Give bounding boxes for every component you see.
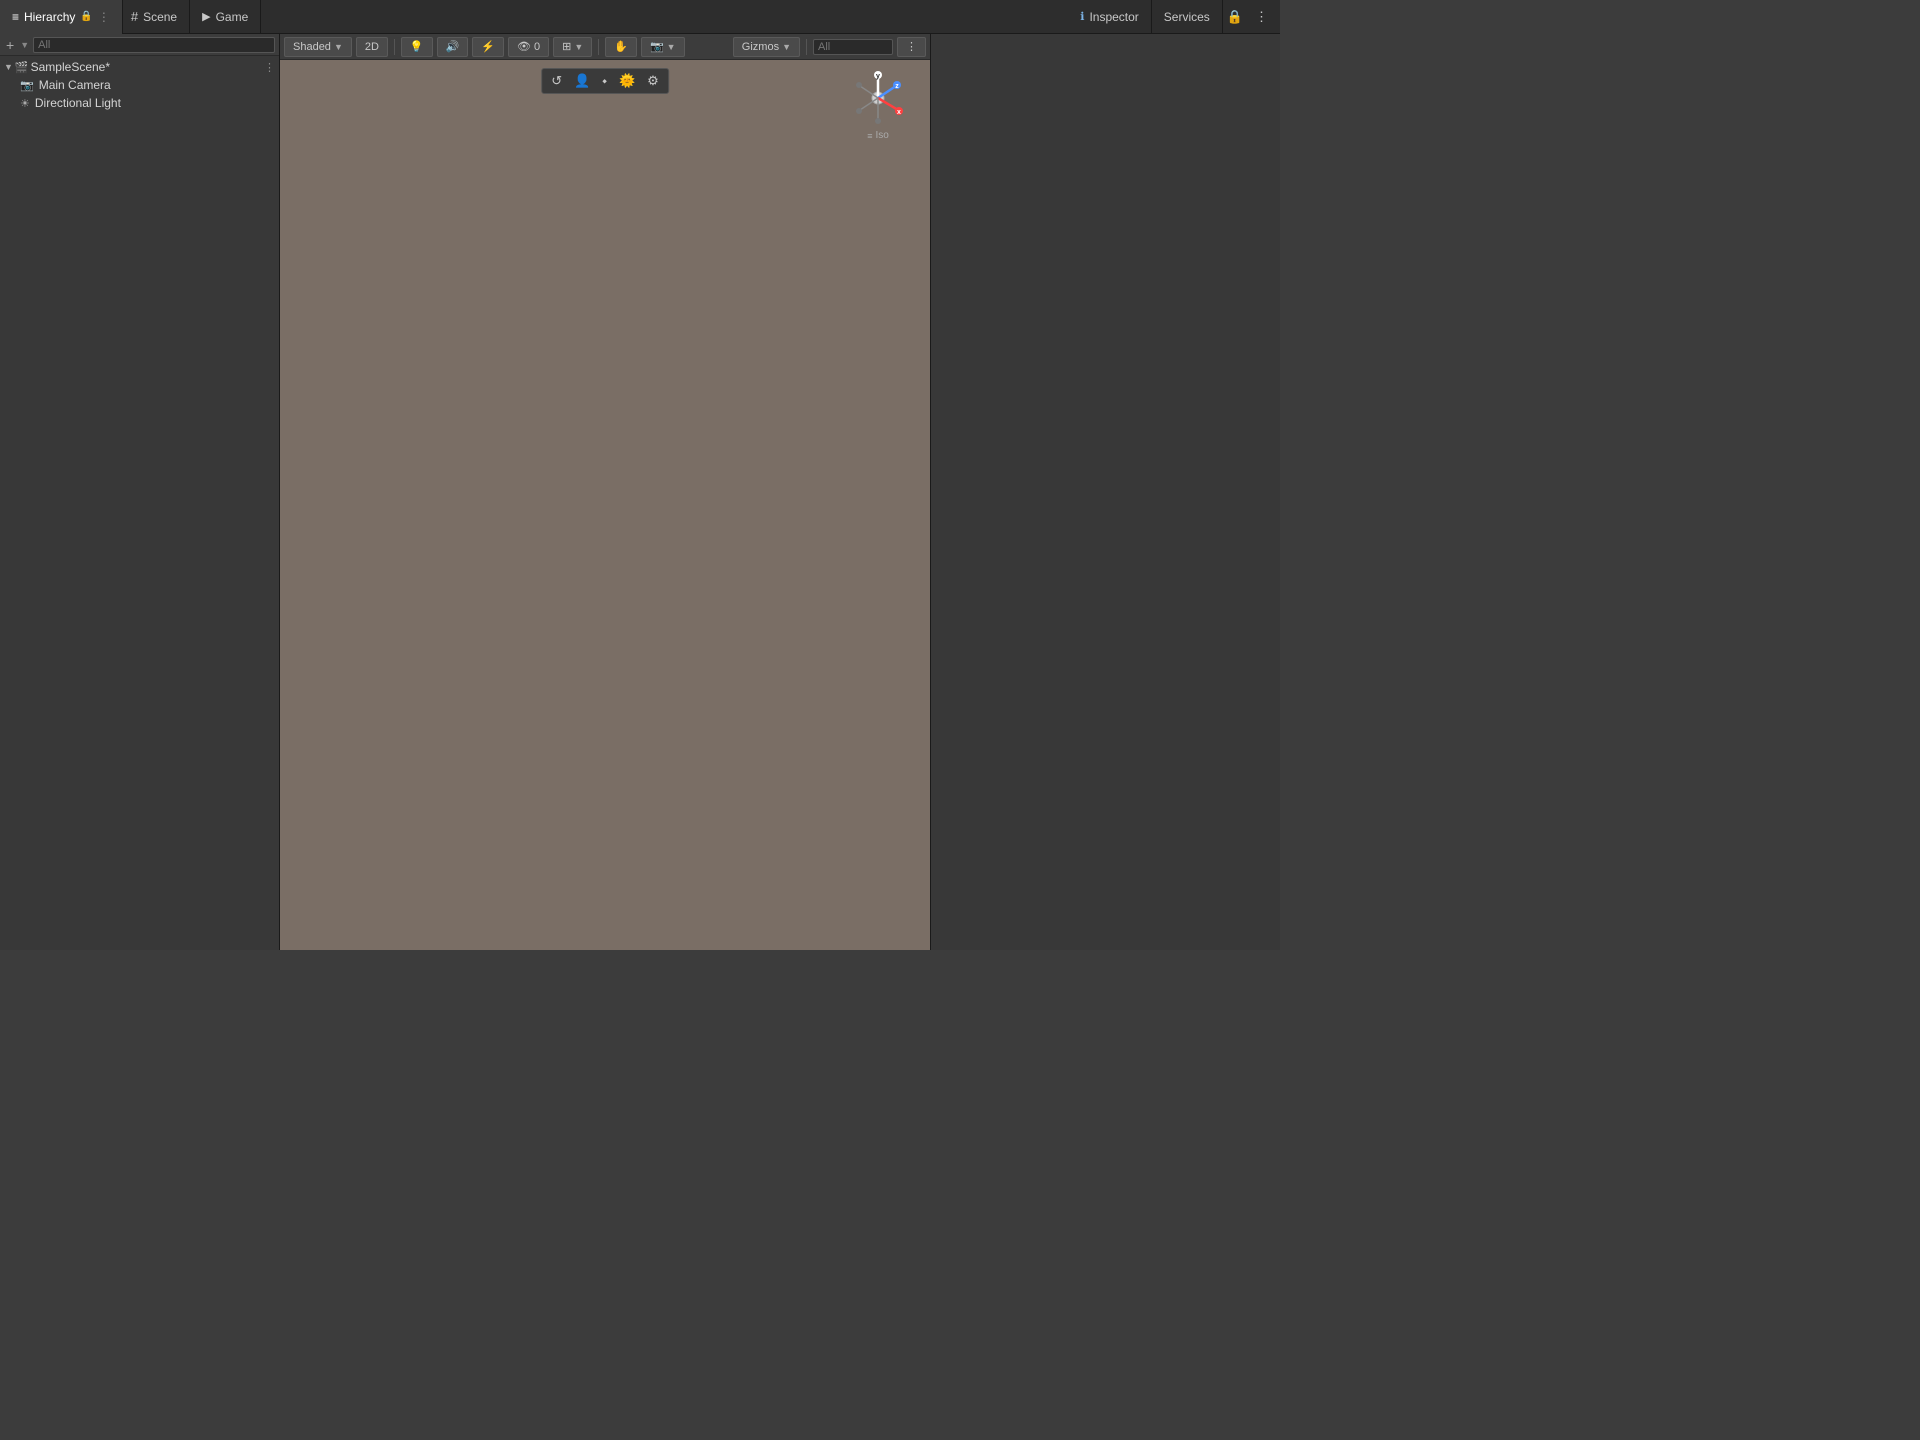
scene-visibility-button[interactable]: 👁 0 <box>508 37 549 57</box>
hierarchy-content: ▼ 🎬 SampleScene* ⋮ 📷 Main Camera ☀ Direc… <box>0 56 279 950</box>
tab-hierarchy[interactable]: ≡ Hierarchy 🔒 ⋮ <box>0 0 123 34</box>
toolbar-separator-3 <box>806 39 807 55</box>
camera-tool-button[interactable]: 📷 ▼ <box>641 37 685 57</box>
shading-mode-dropdown[interactable]: Shaded ▼ <box>284 37 352 57</box>
inspector-panel <box>930 34 1280 950</box>
person-icon: 👤 <box>574 73 590 88</box>
hierarchy-panel: + ▼ ▼ 🎬 SampleScene* ⋮ 📷 Main Camera ☀ D… <box>0 34 280 950</box>
overlay-settings-button[interactable]: ⚙ <box>642 71 664 91</box>
hierarchy-more-icon: ⋮ <box>98 10 110 24</box>
sun-icon: 🌞 <box>619 73 635 88</box>
hand-icon: ✋ <box>614 40 628 53</box>
hierarchy-item-directional-light[interactable]: ☀ Directional Light <box>0 94 279 112</box>
hierarchy-tab-label: Hierarchy <box>24 10 75 24</box>
scene-more-options-button[interactable]: ⋮ <box>897 37 926 57</box>
shading-dropdown-arrow: ▼ <box>334 42 343 52</box>
audio-icon: 🔊 <box>446 40 460 53</box>
overlay-move-button[interactable]: ⬩ <box>597 71 612 91</box>
tab-services[interactable]: Services <box>1152 0 1223 34</box>
camera-icon: 📷 <box>20 79 34 92</box>
hierarchy-lock-icon: 🔒 <box>80 11 92 22</box>
gizmos-button[interactable]: Gizmos ▼ <box>733 37 800 57</box>
viewport-area: Shaded ▼ 2D 💡 🔊 ⚡ 👁 0 <box>280 34 930 950</box>
grid-icon: ⊞ <box>562 40 571 53</box>
hierarchy-search-input[interactable] <box>33 37 275 53</box>
inspector-content <box>931 34 1280 950</box>
tab-game[interactable]: ▶ Game <box>190 0 261 34</box>
add-dropdown-arrow[interactable]: ▼ <box>20 40 29 50</box>
gizmo-label-container: ≡ Iso <box>867 130 889 141</box>
main-camera-label: Main Camera <box>39 78 111 92</box>
scene-tab-icon: # <box>131 9 138 24</box>
shading-mode-label: Shaded <box>293 41 331 53</box>
tab-inspector[interactable]: ℹ Inspector <box>1068 0 1152 34</box>
inspector-lock-button[interactable]: 🔒 <box>1223 7 1247 27</box>
gizmo-projection-label: Iso <box>875 130 888 141</box>
services-tab-label: Services <box>1164 10 1210 24</box>
light-icon: ☀ <box>20 97 30 110</box>
gizmo-widget[interactable]: y z x <box>848 68 908 128</box>
grid-button[interactable]: ⊞ ▼ <box>553 37 592 57</box>
gizmo-container: y z x <box>838 68 918 158</box>
move-icon: ⬩ <box>602 73 607 88</box>
visibility-count: 0 <box>534 41 540 53</box>
hierarchy-item-main-camera[interactable]: 📷 Main Camera <box>0 76 279 94</box>
gizmo-menu-icon: ≡ <box>867 131 872 141</box>
scene-icon: 🎬 <box>15 61 29 74</box>
overlay-person-button[interactable]: 👤 <box>569 71 595 91</box>
lighting-button[interactable]: 💡 <box>401 37 433 57</box>
effects-icon: ⚡ <box>481 40 495 53</box>
inspector-icon: ℹ <box>1080 10 1084 23</box>
overlay-refresh-button[interactable]: ↺ <box>546 71 567 91</box>
scene-more-icon: ⋮ <box>906 40 917 53</box>
svg-text:y: y <box>876 73 880 80</box>
inspector-tab-label: Inspector <box>1089 10 1138 24</box>
svg-text:x: x <box>897 109 901 116</box>
directional-light-label: Directional Light <box>35 96 121 110</box>
hierarchy-tab-icon: ≡ <box>12 10 19 24</box>
scene-name: SampleScene* <box>31 60 110 74</box>
inspector-menu-button[interactable]: ⋮ <box>1251 7 1272 27</box>
audio-button[interactable]: 🔊 <box>437 37 469 57</box>
viewport-toolbar: Shaded ▼ 2D 💡 🔊 ⚡ 👁 0 <box>280 34 930 60</box>
toolbar-separator-2 <box>598 39 599 55</box>
eye-icon: 👁 <box>517 40 531 53</box>
refresh-icon: ↺ <box>551 73 562 88</box>
camera-icon-tool: 📷 <box>650 40 664 53</box>
hierarchy-scene-root[interactable]: ▼ 🎬 SampleScene* ⋮ <box>0 58 279 76</box>
add-object-button[interactable]: + <box>4 37 16 53</box>
gizmos-dropdown-arrow: ▼ <box>782 42 791 52</box>
gizmo-svg: y z x <box>848 68 908 128</box>
scene-more-button[interactable]: ⋮ <box>264 61 275 74</box>
scene-tab-label: Scene <box>143 10 177 24</box>
effects-button[interactable]: ⚡ <box>472 37 504 57</box>
game-tab-label: Game <box>216 10 249 24</box>
tab-scene[interactable]: # Scene <box>123 0 190 34</box>
toolbar-separator-1 <box>394 39 395 55</box>
settings-icon: ⚙ <box>647 73 659 88</box>
overlay-sun-button[interactable]: 🌞 <box>614 71 640 91</box>
2d-label: 2D <box>365 41 379 53</box>
scene-view[interactable]: ↺ 👤 ⬩ 🌞 ⚙ <box>280 60 930 950</box>
svg-text:z: z <box>895 83 899 90</box>
gizmos-label: Gizmos <box>742 41 779 53</box>
camera-dropdown-arrow: ▼ <box>667 42 676 52</box>
scene-search-input[interactable] <box>813 39 893 55</box>
lightbulb-icon: 💡 <box>410 40 424 53</box>
scene-expand-icon: ▼ <box>4 62 13 72</box>
game-tab-icon: ▶ <box>202 10 210 23</box>
scene-overlay-toolbar: ↺ 👤 ⬩ 🌞 ⚙ <box>541 68 669 94</box>
2d-toggle-button[interactable]: 2D <box>356 37 388 57</box>
grid-dropdown-arrow: ▼ <box>574 42 583 52</box>
hierarchy-toolbar: + ▼ <box>0 34 279 56</box>
hand-tool-button[interactable]: ✋ <box>605 37 637 57</box>
